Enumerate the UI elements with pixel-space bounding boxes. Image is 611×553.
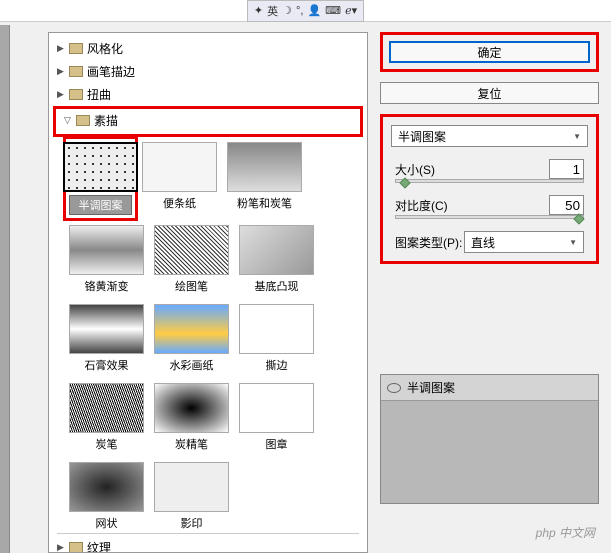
category-texture[interactable]: ▶ 纹理: [49, 536, 367, 553]
eye-icon[interactable]: [387, 383, 401, 393]
preview-title: 半调图案: [407, 379, 455, 396]
expand-arrow-icon: ▽: [64, 115, 76, 126]
contrast-slider[interactable]: [395, 215, 584, 219]
filter-select-value: 半调图案: [398, 128, 446, 145]
pattern-value: 直线: [471, 234, 495, 251]
thumb-image: [227, 142, 302, 192]
filter-conte[interactable]: 炭精笔: [154, 383, 229, 452]
filter-plaster[interactable]: 石膏效果: [69, 304, 144, 373]
size-input[interactable]: [549, 159, 584, 179]
filter-reticulation[interactable]: 网状: [69, 462, 144, 531]
folder-icon: [69, 43, 83, 54]
contrast-label: 对比度(C): [395, 197, 448, 214]
reset-button[interactable]: 复位: [380, 82, 599, 104]
collapse-arrow-icon: ▶: [57, 43, 69, 54]
watermark: php 中文网: [536, 524, 595, 541]
size-slider[interactable]: [395, 179, 584, 183]
contrast-input[interactable]: [549, 195, 584, 215]
category-sketch[interactable]: ▽ 素描: [56, 109, 360, 132]
moon-icon: ☽: [282, 4, 292, 17]
ok-button[interactable]: 确定: [389, 41, 590, 63]
filter-select[interactable]: 半调图案 ▼: [391, 125, 588, 147]
folder-icon: [69, 542, 83, 553]
category-brush[interactable]: ▶ 画笔描边: [49, 60, 367, 83]
chevron-down-icon: ▼: [569, 238, 577, 247]
slider-thumb-icon[interactable]: [400, 177, 411, 188]
thumb-image: [69, 304, 144, 354]
person-icon: 👤: [307, 4, 321, 17]
folder-icon: [69, 89, 83, 100]
filter-tree-panel: ▶ 风格化 ▶ 画笔描边 ▶ 扭曲 ▽ 素描 半调图案: [48, 32, 368, 553]
thumb-image: [154, 462, 229, 512]
category-distort[interactable]: ▶ 扭曲: [49, 83, 367, 106]
left-strip: [0, 25, 10, 553]
ime-logo-icon: ✦: [254, 4, 263, 17]
thumb-image: [154, 304, 229, 354]
chevron-down-icon: ▼: [573, 132, 581, 141]
filter-bas-relief[interactable]: 基底凸现: [239, 225, 314, 294]
slider-thumb-icon[interactable]: [574, 213, 585, 224]
collapse-arrow-icon: ▶: [57, 66, 69, 77]
thumb-image: [69, 383, 144, 433]
ime-toolbar[interactable]: ✦ 英 ☽ °, 👤 ⌨ ℯ▾: [247, 0, 364, 22]
pattern-label: 图案类型(P):: [395, 234, 462, 251]
folder-icon: [76, 115, 90, 126]
filter-water-paper[interactable]: 水彩画纸: [154, 304, 229, 373]
effect-preview: 半调图案: [380, 374, 599, 504]
settings-panel: 确定 复位 半调图案 ▼ 大小(S): [368, 32, 611, 553]
folder-icon: [69, 66, 83, 77]
thumb-image: [154, 225, 229, 275]
ime-lang[interactable]: 英: [267, 3, 278, 19]
filter-photocopy[interactable]: 影印: [154, 462, 229, 531]
collapse-arrow-icon: ▶: [57, 542, 69, 553]
filter-thumbnails: 半调图案 便条纸 粉笔和炭笔 铬黄渐变 绘图笔 基底凸现: [49, 137, 367, 531]
filter-halftone[interactable]: 半调图案: [63, 136, 138, 221]
filter-charcoal[interactable]: 炭笔: [69, 383, 144, 452]
pattern-select[interactable]: 直线 ▼: [464, 231, 584, 253]
size-label: 大小(S): [395, 161, 435, 178]
thumb-image: [69, 225, 144, 275]
filter-notepaper[interactable]: 便条纸: [142, 142, 217, 215]
keyboard-icon: ⌨: [325, 4, 341, 17]
filter-chalk[interactable]: 粉笔和炭笔: [227, 142, 302, 215]
thumb-image: [69, 462, 144, 512]
filter-graphic-pen[interactable]: 绘图笔: [154, 225, 229, 294]
thumb-image: [239, 383, 314, 433]
collapse-arrow-icon: ▶: [57, 89, 69, 100]
thumb-image: [142, 142, 217, 192]
thumb-image: [63, 142, 138, 192]
category-stylize[interactable]: ▶ 风格化: [49, 37, 367, 60]
filter-torn-edges[interactable]: 撕边: [239, 304, 314, 373]
filter-chrome[interactable]: 铬黄渐变: [69, 225, 144, 294]
e-icon[interactable]: ℯ▾: [345, 4, 357, 17]
thumb-image: [239, 304, 314, 354]
thumb-image: [154, 383, 229, 433]
ime-sep: °,: [296, 5, 303, 17]
filter-stamp[interactable]: 图章: [239, 383, 314, 452]
thumb-image: [239, 225, 314, 275]
